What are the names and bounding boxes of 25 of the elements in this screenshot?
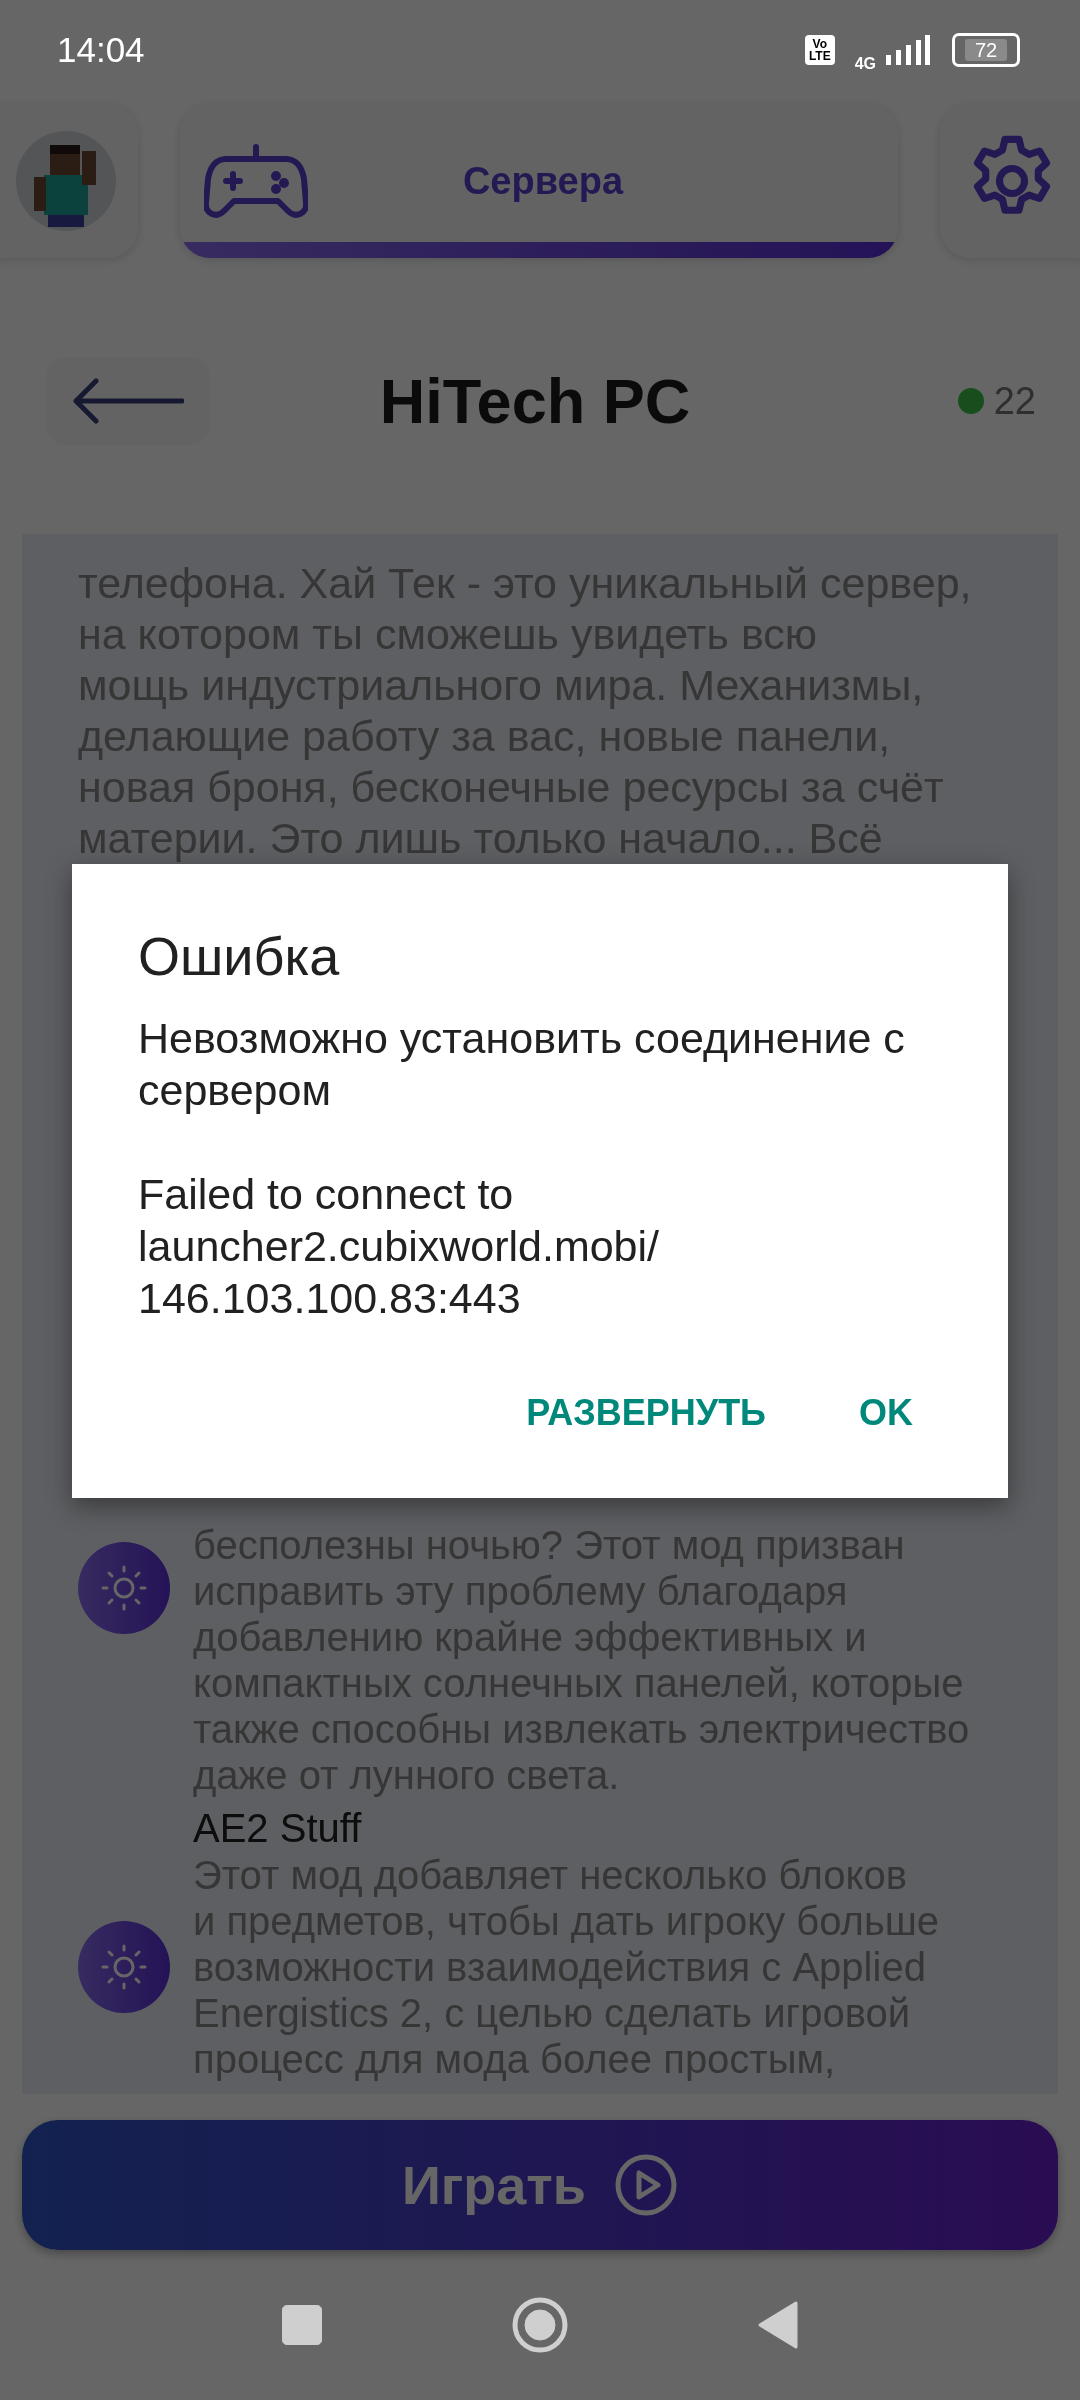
home-icon[interactable] [512,2297,568,2353]
servers-tab[interactable]: Сервера [180,104,898,258]
back-arrow-icon [72,377,184,425]
mod-sun-icon [78,1921,170,2013]
battery-icon: 72 [952,33,1020,67]
play-button[interactable]: Играть [22,2120,1058,2250]
status-time: 14:04 [57,30,145,70]
signal-icon [884,35,930,65]
back-icon[interactable] [758,2301,798,2349]
dialog-message: Невозможно установить соединение с сервером [138,1013,906,1116]
gamepad-icon [204,143,308,219]
error-details: Failed to connect to launcher2.cubixworld.mobi/ 146.103.100.83:443 [138,1169,661,1324]
avatar-icon [16,131,116,231]
play-icon [614,2153,678,2217]
online-dot-icon [957,388,984,414]
server-title: HiTech PC [379,365,692,437]
avatar-button[interactable] [0,104,138,258]
dialog-button[interactable]: OK [839,1376,933,1450]
mod-title: AE2 Stuff [193,1805,363,1852]
mod-sun-icon [78,1542,170,1634]
volte-icon: Vo LTE [804,35,835,65]
dialog-button[interactable]: РАЗВЕРНУТЬ [506,1376,786,1450]
dialog-title: Ошибка [138,926,341,986]
network-type: 4G [854,55,876,73]
settings-button[interactable] [940,104,1080,258]
